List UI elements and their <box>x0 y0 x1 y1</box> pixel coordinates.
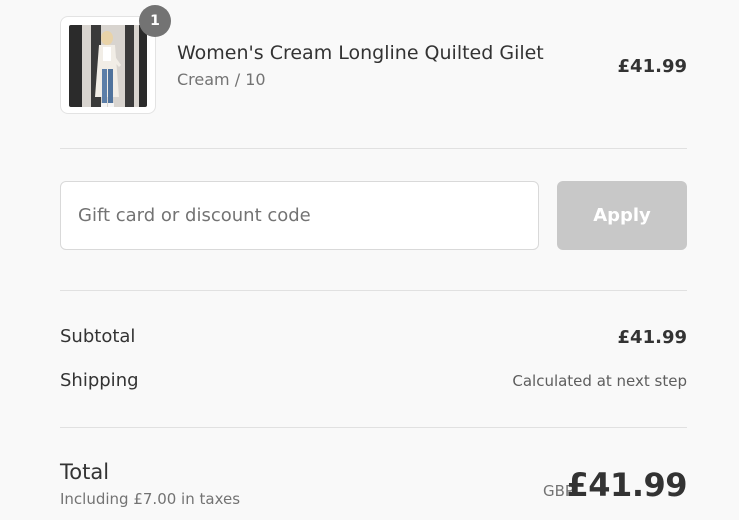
tax-note: Including £7.00 in taxes <box>60 490 241 508</box>
product-title: Women's Cream Longline Quilted Gilet <box>177 42 544 64</box>
product-photo <box>69 25 147 107</box>
discount-code-input[interactable] <box>60 181 539 250</box>
product-photo-illustration <box>69 25 147 107</box>
divider <box>60 290 687 291</box>
order-summary: 1 Women's Cream Longline Quilted Gilet C… <box>0 0 739 520</box>
product-line-item: 1 Women's Cream Longline Quilted Gilet C… <box>60 5 687 114</box>
total-amount: £41.99 <box>566 466 688 504</box>
product-thumbnail: 1 <box>60 5 171 114</box>
product-variant: Cream / 10 <box>177 70 266 89</box>
divider <box>60 427 687 428</box>
shipping-value: Calculated at next step <box>512 372 687 390</box>
subtotal-label: Subtotal <box>60 326 136 347</box>
divider <box>60 148 687 149</box>
apply-discount-button[interactable]: Apply <box>557 181 687 250</box>
subtotal-value: £41.99 <box>617 327 687 348</box>
product-price: £41.99 <box>617 56 687 77</box>
total-label: Total <box>60 460 110 484</box>
shipping-label: Shipping <box>60 370 139 391</box>
quantity-badge: 1 <box>139 5 171 37</box>
